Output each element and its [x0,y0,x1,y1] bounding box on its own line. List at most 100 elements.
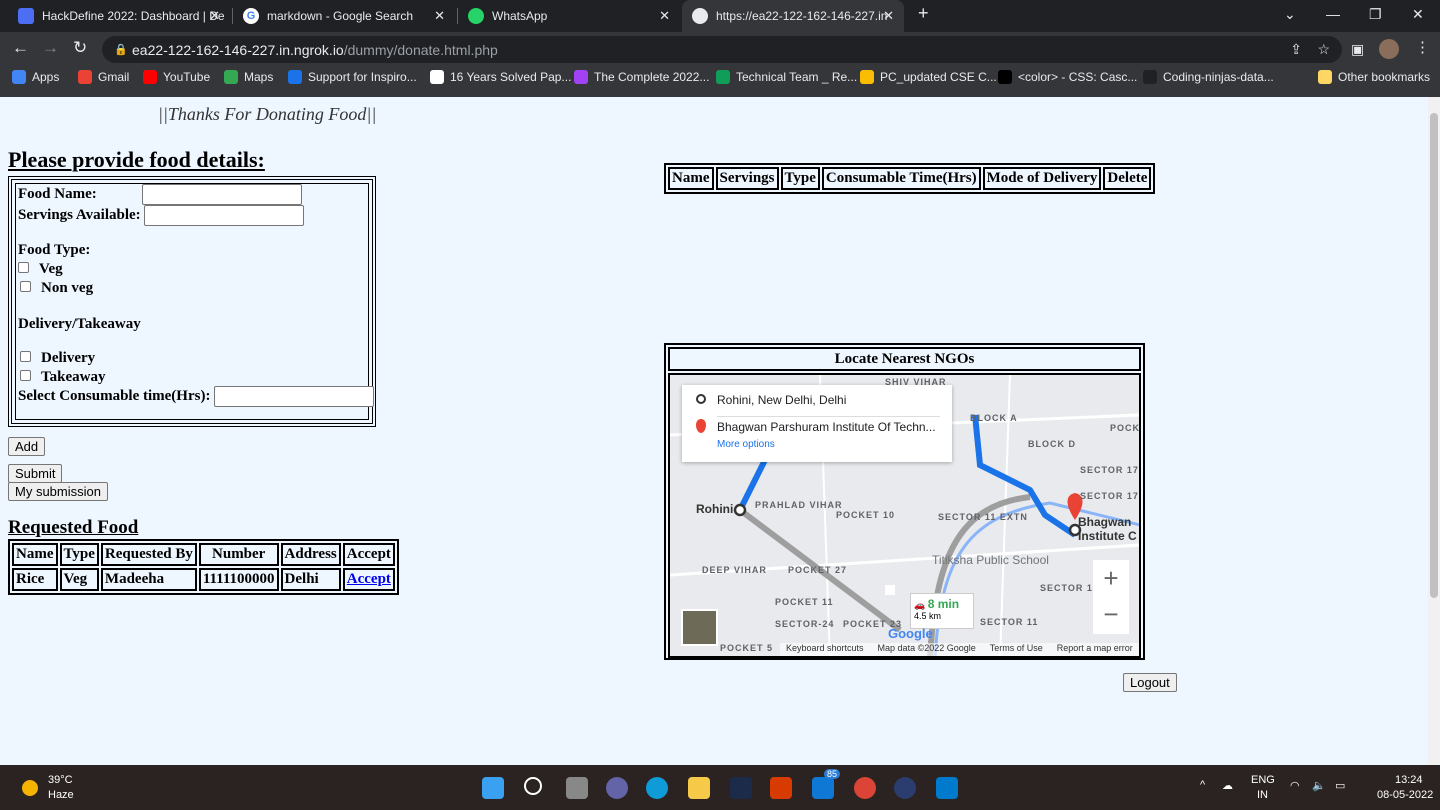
logout-button[interactable]: Logout [1123,673,1177,692]
bookmark-star-icon[interactable]: ☆ [1317,41,1330,58]
close-window-button[interactable]: ✕ [1412,6,1424,23]
page-scrollbar[interactable] [1428,97,1440,765]
map-footer: Keyboard shortcuts Map data ©2022 Google T… [780,643,1139,656]
wifi-icon[interactable]: ◠ [1290,779,1300,792]
consumable-time-input[interactable] [214,386,375,407]
bookmark-item[interactable]: Apps [12,70,59,84]
tab-search-icon[interactable]: ⌄ [1284,6,1296,23]
map-place-label: PRAHLAD VIHAR [755,500,843,510]
zoom-out-button[interactable]: − [1093,596,1129,632]
destination-pin-icon [696,419,706,433]
keyboard-shortcuts-link[interactable]: Keyboard shortcuts [786,643,864,656]
new-tab-button[interactable]: + [918,3,929,24]
col-header: Mode of Delivery [982,167,1102,190]
food-name-input[interactable] [141,184,302,205]
search-icon[interactable] [524,777,542,795]
eta-box[interactable]: 🚗 8 min 4.5 km [910,593,974,629]
close-tab-icon[interactable]: ✕ [883,8,894,24]
battery-icon[interactable]: ▭ [1335,779,1345,792]
tab-google-search[interactable]: Gmarkdown - Google Search ✕ [233,0,455,32]
directions-card[interactable]: Rohini, New Delhi, Delhi Bhagwan Parshur… [682,385,952,462]
submit-button[interactable]: Submit [8,464,63,483]
tab-active-donate[interactable]: https://ea22-122-162-146-227.in ✕ [682,0,904,32]
accept-link[interactable]: Accept [347,571,391,587]
mail-icon[interactable]: 85 [812,769,840,799]
report-error-link[interactable]: Report a map error [1057,643,1133,656]
forward-icon[interactable]: → [42,38,59,58]
nonveg-checkbox[interactable] [20,281,31,292]
bookmark-item[interactable]: Gmail [78,70,129,84]
mysql-icon[interactable] [730,777,752,799]
close-tab-icon[interactable]: ✕ [434,8,445,24]
vscode-icon[interactable] [936,777,958,799]
takeaway-checkbox[interactable] [20,370,31,381]
servings-input[interactable] [144,205,305,226]
col-header: Delete [1103,167,1152,190]
bookmark-item[interactable]: 16 Years Solved Pap... [430,70,571,84]
chrome-icon[interactable] [854,777,876,799]
weather-temp[interactable]: 39°C [48,774,73,786]
bookmark-item[interactable]: YouTube [143,70,210,84]
google-map[interactable]: SHIV VIHAR Rohini PRAHLAD VIHAR POCKET 10 DE… [668,373,1141,658]
close-tab-icon[interactable]: ✕ [659,8,670,24]
veg-checkbox[interactable] [18,262,29,273]
add-button[interactable]: Add [8,437,46,456]
close-tab-icon[interactable]: ✕ [209,8,220,24]
map-place-label: POCKET 27 [788,565,848,575]
start-icon[interactable] [482,777,504,799]
bookmark-item[interactable]: <color> - CSS: Casc... [998,70,1137,84]
bookmark-item[interactable]: PC_updated CSE C... [860,70,997,84]
profile-avatar[interactable] [1379,39,1399,59]
weather-condition[interactable]: Haze [48,789,74,801]
address-bar[interactable]: 🔒 ea22-122-162-146-227.in.ngrok.io/dummy… [102,36,1342,63]
my-submission-button[interactable]: My submission [8,482,108,501]
cell-number: 1111100000 [198,568,279,591]
tab-whatsapp[interactable]: WhatsApp ✕ [458,0,680,32]
clock-time[interactable]: 13:24 [1395,774,1423,786]
back-icon[interactable]: ← [12,38,29,58]
satellite-toggle[interactable] [681,609,718,646]
reload-icon[interactable]: ↻ [73,38,87,58]
whatsapp-icon [468,8,484,24]
bookmark-item[interactable]: Support for Inspiro... [288,70,417,84]
onedrive-icon[interactable]: ☁ [1222,779,1233,792]
col-header: Number [198,543,279,566]
file-explorer-icon[interactable] [688,777,710,799]
delivery-checkbox[interactable] [20,351,31,362]
bookmark-item[interactable]: Maps [224,70,273,84]
clock-date[interactable]: 08-05-2022 [1377,789,1433,801]
windows-taskbar: 39°C Haze 85 ^ ☁ ENG IN ◠ 🔈 ▭ 13:24 08-0… [0,765,1440,810]
bookmark-label: YouTube [163,70,211,84]
bookmark-label: <color> - CSS: Casc... [1018,70,1138,84]
ngo-map-panel: Locate Nearest NGOs SHIV VIHAR Rohini PRAH… [664,343,1145,660]
teams-chat-icon[interactable] [606,777,628,799]
tab-hackdefine[interactable]: HackDefine 2022: Dashboard | De ✕ [8,0,230,32]
map-place-label: Rohini [696,502,734,516]
bookmark-item[interactable]: The Complete 2022... [574,70,709,84]
office-icon[interactable] [770,777,792,799]
tab-title: WhatsApp [492,9,548,23]
map-place-label: POCKET 9 [1110,423,1141,433]
zoom-in-button[interactable]: + [1093,560,1129,596]
bookmark-item[interactable]: Technical Team _ Re... [716,70,857,84]
bookmark-label: The Complete 2022... [594,70,710,84]
more-options-link[interactable]: More options [717,439,775,450]
menu-icon[interactable]: ⋮ [1415,38,1430,56]
language-eng[interactable]: ENG [1251,774,1275,786]
minimize-button[interactable]: — [1326,6,1340,22]
map-place-label: POCKET 11 [775,597,834,607]
origin-icon [696,394,706,404]
restore-button[interactable]: ❐ [1369,6,1382,23]
tray-overflow-icon[interactable]: ^ [1200,779,1205,791]
cell-requested-by: Madeeha [100,568,197,591]
share-icon[interactable]: ⇪ [1290,41,1302,58]
app-icon[interactable] [894,777,916,799]
terms-link[interactable]: Terms of Use [990,643,1043,656]
edge-icon[interactable] [646,777,668,799]
volume-icon[interactable]: 🔈 [1312,779,1326,792]
task-view-icon[interactable] [566,777,588,799]
bookmark-item[interactable]: Coding-ninjas-data... [1143,70,1274,84]
side-panel-icon[interactable]: ▣ [1351,41,1364,58]
other-bookmarks[interactable]: Other bookmarks [1318,70,1430,84]
hackdefine-icon [18,8,34,24]
